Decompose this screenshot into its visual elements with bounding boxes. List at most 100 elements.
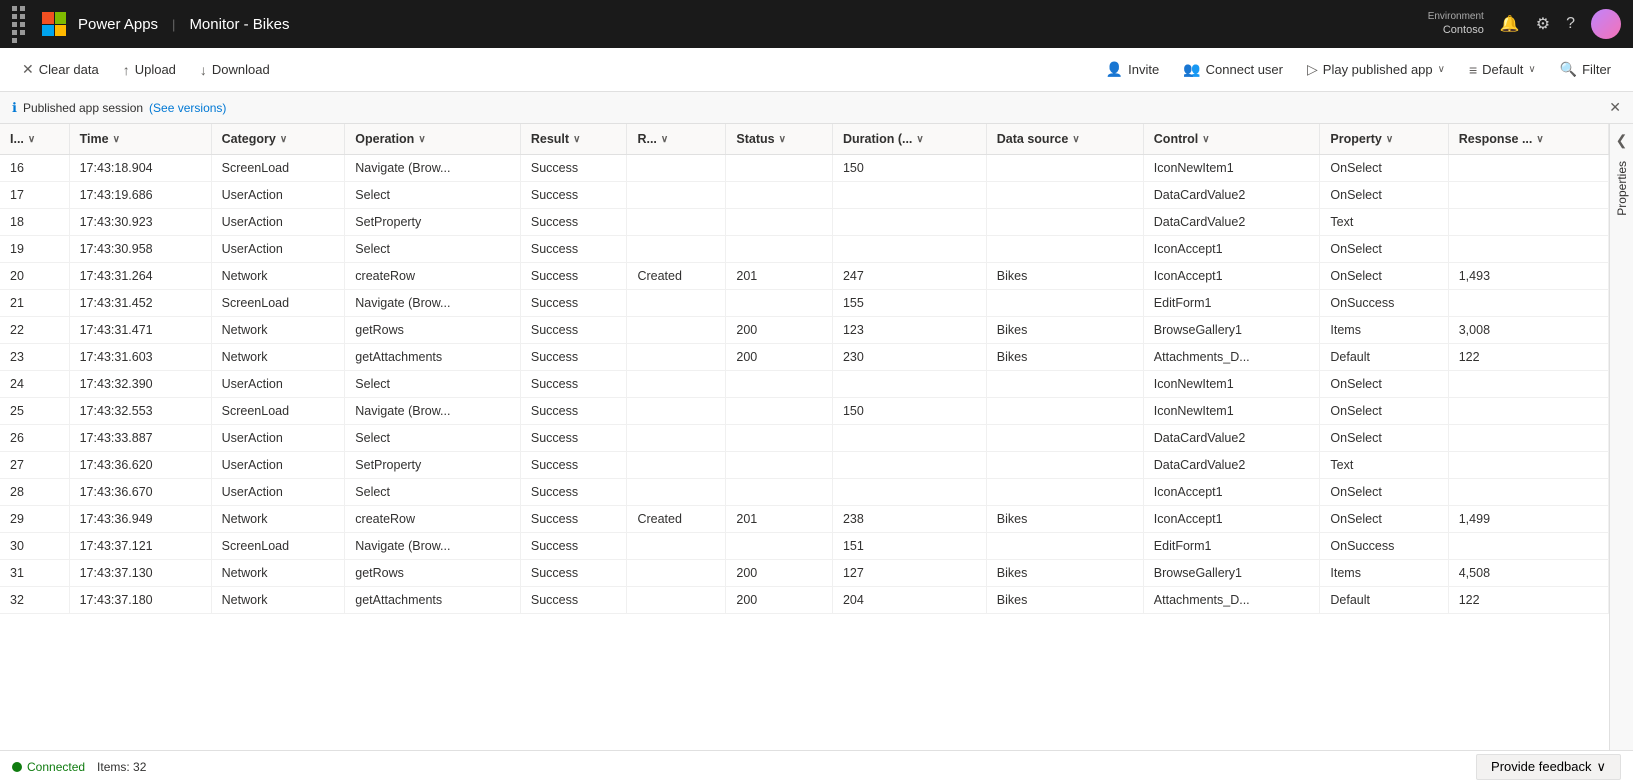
cell-0-3: Navigate (Brow... <box>345 155 521 182</box>
table-body: 1617:43:18.904ScreenLoadNavigate (Brow..… <box>0 155 1609 614</box>
sort-datasource-icon: ∨ <box>1072 134 1079 145</box>
cell-1-1: 17:43:19.686 <box>69 182 211 209</box>
properties-label[interactable]: Properties <box>1611 149 1633 228</box>
col-r[interactable]: R...∨ <box>627 124 726 155</box>
cell-4-11: 1,493 <box>1448 263 1608 290</box>
cell-11-1: 17:43:36.620 <box>69 452 211 479</box>
cell-12-3: Select <box>345 479 521 506</box>
cell-5-6 <box>726 290 833 317</box>
cell-15-7: 127 <box>832 560 986 587</box>
col-category[interactable]: Category∨ <box>211 124 345 155</box>
cell-1-7 <box>832 182 986 209</box>
connected-label: Connected <box>27 760 85 774</box>
cell-4-10: OnSelect <box>1320 263 1448 290</box>
info-icon: ℹ <box>12 100 17 116</box>
cell-4-3: createRow <box>345 263 521 290</box>
table-row[interactable]: 3217:43:37.180NetworkgetAttachmentsSucce… <box>0 587 1609 614</box>
cell-14-10: OnSuccess <box>1320 533 1448 560</box>
col-response[interactable]: Response ...∨ <box>1448 124 1608 155</box>
cell-12-10: OnSelect <box>1320 479 1448 506</box>
col-status[interactable]: Status∨ <box>726 124 833 155</box>
col-result[interactable]: Result∨ <box>520 124 627 155</box>
cell-6-11: 3,008 <box>1448 317 1608 344</box>
status-dot <box>12 762 22 772</box>
cell-2-0: 18 <box>0 209 69 236</box>
table-header: I...∨ Time∨ Category∨ Operation∨ Result∨… <box>0 124 1609 155</box>
cell-3-6 <box>726 236 833 263</box>
cell-10-1: 17:43:33.887 <box>69 425 211 452</box>
cell-7-6: 200 <box>726 344 833 371</box>
table-row[interactable]: 2217:43:31.471NetworkgetRowsSuccess20012… <box>0 317 1609 344</box>
waffle-menu[interactable] <box>12 6 30 43</box>
cell-1-6 <box>726 182 833 209</box>
cell-7-7: 230 <box>832 344 986 371</box>
cell-14-8 <box>986 533 1143 560</box>
panel-collapse-icon[interactable]: ❮ <box>1616 132 1628 149</box>
sort-control-icon: ∨ <box>1202 134 1209 145</box>
upload-button[interactable]: ↑ Upload <box>113 58 186 82</box>
cell-16-7: 204 <box>832 587 986 614</box>
cell-13-6: 201 <box>726 506 833 533</box>
default-button[interactable]: ≡ Default ∨ <box>1459 58 1546 82</box>
table-row[interactable]: 2717:43:36.620UserActionSetPropertySucce… <box>0 452 1609 479</box>
col-datasource[interactable]: Data source∨ <box>986 124 1143 155</box>
cell-2-1: 17:43:30.923 <box>69 209 211 236</box>
col-id[interactable]: I...∨ <box>0 124 69 155</box>
cell-10-6 <box>726 425 833 452</box>
table-row[interactable]: 3017:43:37.121ScreenLoadNavigate (Brow..… <box>0 533 1609 560</box>
cell-0-5 <box>627 155 726 182</box>
settings-icon[interactable]: ⚙ <box>1536 14 1550 34</box>
cell-6-4: Success <box>520 317 627 344</box>
table-row[interactable]: 2617:43:33.887UserActionSelectSuccessDat… <box>0 425 1609 452</box>
notification-icon[interactable]: 🔔 <box>1500 14 1520 34</box>
cell-4-1: 17:43:31.264 <box>69 263 211 290</box>
table-scroll[interactable]: I...∨ Time∨ Category∨ Operation∨ Result∨… <box>0 124 1609 750</box>
cell-15-9: BrowseGallery1 <box>1143 560 1320 587</box>
table-row[interactable]: 2817:43:36.670UserActionSelectSuccessIco… <box>0 479 1609 506</box>
clear-data-button[interactable]: ✕ Clear data <box>12 57 109 82</box>
cell-6-7: 123 <box>832 317 986 344</box>
table-row[interactable]: 1917:43:30.958UserActionSelectSuccessIco… <box>0 236 1609 263</box>
table-row[interactable]: 1817:43:30.923UserActionSetPropertySucce… <box>0 209 1609 236</box>
cell-8-9: IconNewItem1 <box>1143 371 1320 398</box>
col-operation[interactable]: Operation∨ <box>345 124 521 155</box>
filter-button[interactable]: 🔍 Filter <box>1550 57 1621 82</box>
provide-feedback-button[interactable]: Provide feedback ∨ <box>1476 754 1621 780</box>
info-bar-close-button[interactable]: ✕ <box>1609 99 1621 116</box>
table-row[interactable]: 3117:43:37.130NetworkgetRowsSuccess20012… <box>0 560 1609 587</box>
table-row[interactable]: 1617:43:18.904ScreenLoadNavigate (Brow..… <box>0 155 1609 182</box>
table-row[interactable]: 2517:43:32.553ScreenLoadNavigate (Brow..… <box>0 398 1609 425</box>
cell-10-9: DataCardValue2 <box>1143 425 1320 452</box>
cell-3-3: Select <box>345 236 521 263</box>
items-count: Items: 32 <box>97 760 146 774</box>
col-time[interactable]: Time∨ <box>69 124 211 155</box>
download-button[interactable]: ↓ Download <box>190 58 280 82</box>
table-row[interactable]: 2017:43:31.264NetworkcreateRowSuccessCre… <box>0 263 1609 290</box>
feedback-label: Provide feedback <box>1491 759 1591 774</box>
cell-9-6 <box>726 398 833 425</box>
table-row[interactable]: 2317:43:31.603NetworkgetAttachmentsSucce… <box>0 344 1609 371</box>
cell-0-0: 16 <box>0 155 69 182</box>
user-avatar[interactable] <box>1591 9 1621 39</box>
see-versions-link[interactable]: (See versions) <box>149 101 226 115</box>
table-row[interactable]: 2917:43:36.949NetworkcreateRowSuccessCre… <box>0 506 1609 533</box>
col-duration[interactable]: Duration (...∨ <box>832 124 986 155</box>
cell-9-9: IconNewItem1 <box>1143 398 1320 425</box>
help-icon[interactable]: ? <box>1566 15 1575 33</box>
play-published-app-button[interactable]: ▷ Play published app ∨ <box>1297 57 1455 82</box>
table-row[interactable]: 1717:43:19.686UserActionSelectSuccessDat… <box>0 182 1609 209</box>
cell-5-4: Success <box>520 290 627 317</box>
connect-user-button[interactable]: 👥 Connect user <box>1173 57 1293 82</box>
cell-15-11: 4,508 <box>1448 560 1608 587</box>
table-row[interactable]: 2117:43:31.452ScreenLoadNavigate (Brow..… <box>0 290 1609 317</box>
cell-12-0: 28 <box>0 479 69 506</box>
connection-status: Connected <box>12 760 85 774</box>
col-control[interactable]: Control∨ <box>1143 124 1320 155</box>
invite-button[interactable]: 👤 Invite <box>1096 57 1170 82</box>
cell-10-2: UserAction <box>211 425 345 452</box>
play-chevron-icon: ∨ <box>1438 64 1445 75</box>
col-property[interactable]: Property∨ <box>1320 124 1448 155</box>
download-label: Download <box>212 62 270 77</box>
environment-name: Contoso <box>1428 23 1484 37</box>
table-row[interactable]: 2417:43:32.390UserActionSelectSuccessIco… <box>0 371 1609 398</box>
